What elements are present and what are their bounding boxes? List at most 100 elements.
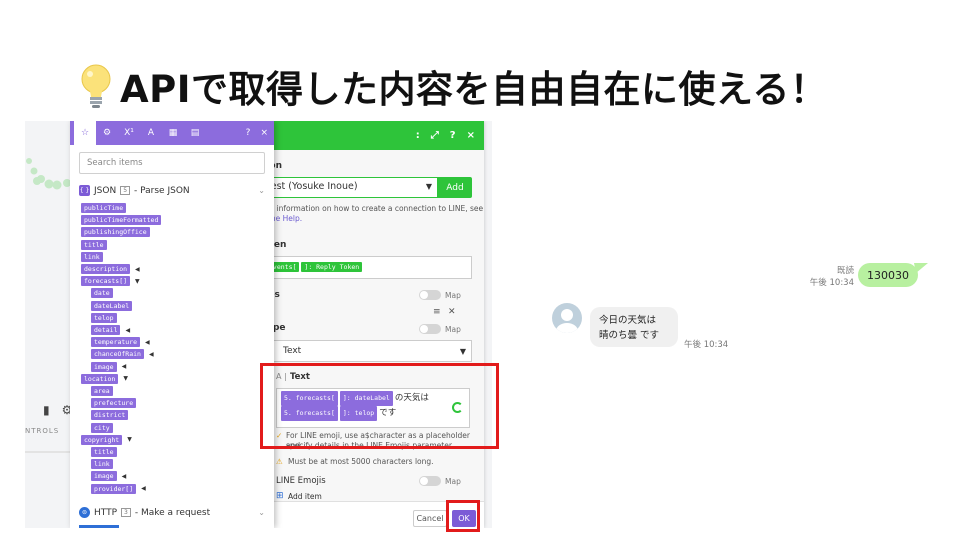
- mapping-item[interactable]: publishingOffice: [81, 227, 152, 238]
- bubble-tail: [914, 263, 928, 273]
- reply-token-field[interactable]: events[]: Reply Token: [262, 256, 472, 279]
- messages-map-toggle[interactable]: [419, 290, 441, 300]
- emojis-map-toggle[interactable]: [419, 476, 441, 486]
- mapping-item-label: publishingOffice: [81, 227, 150, 238]
- mapping-item[interactable]: city: [91, 422, 115, 433]
- mapping-item[interactable]: copyright ▼: [81, 434, 132, 445]
- remove-icon[interactable]: ✕: [448, 307, 456, 317]
- chevron-down-icon: ▼: [459, 347, 466, 356]
- star-icon[interactable]: ☆: [74, 121, 96, 145]
- mapping-item[interactable]: title: [81, 239, 109, 250]
- token-pill[interactable]: ]: Reply Token: [301, 262, 363, 272]
- mapping-item-label: chanceOfRain: [91, 349, 144, 360]
- controls-label: NTROLS: [25, 427, 60, 435]
- headline: APIで取得した内容を自由自在に使える！: [78, 58, 827, 114]
- bars-icon[interactable]: ▮: [43, 403, 50, 417]
- map-label: Map: [445, 325, 461, 334]
- mapping-item[interactable]: temperature ◀: [91, 337, 150, 348]
- http-icon: ⊜: [79, 507, 90, 518]
- mapping-item-label: description: [81, 264, 131, 274]
- mapping-item-label: temperature: [91, 337, 141, 348]
- type-select[interactable]: Text ▼: [262, 340, 472, 362]
- line-module-panel: : ⤢ ? × tion test (Yosuke Inoue) ▼ Add o…: [262, 121, 484, 528]
- mapping-item[interactable]: publicTimeFormatted: [81, 215, 163, 226]
- connection-select[interactable]: test (Yosuke Inoue) ▼: [262, 177, 438, 198]
- collapse-arrow-icon[interactable]: ◀: [122, 473, 127, 480]
- http-module-row[interactable]: ⊜ HTTP 3 - Make a request ⌄: [79, 507, 265, 518]
- http-item-preview: [79, 525, 119, 528]
- collapse-arrow-icon[interactable]: ◀: [122, 363, 127, 370]
- mapping-item[interactable]: location ▼: [81, 373, 128, 384]
- collapse-arrow-icon[interactable]: ◀: [145, 339, 150, 346]
- mapping-item[interactable]: description ◀: [81, 264, 140, 274]
- help-icon[interactable]: ?: [246, 128, 251, 138]
- mapping-item[interactable]: image ◀: [91, 361, 127, 372]
- emojis-label: LINE Emojis: [276, 476, 326, 486]
- module-number: 3: [121, 508, 131, 517]
- mapping-item[interactable]: title: [91, 447, 119, 457]
- json-module-row[interactable]: { } JSON 5 - Parse JSON ⌄: [79, 185, 265, 196]
- close-icon[interactable]: ×: [260, 128, 268, 138]
- search-input[interactable]: Search items: [79, 152, 265, 174]
- mapping-item[interactable]: publicTime: [81, 203, 128, 213]
- mapping-item[interactable]: forecasts[] ▼: [81, 276, 140, 287]
- mapping-item-label: link: [81, 251, 103, 262]
- expand-arrow-icon[interactable]: ▼: [135, 278, 140, 285]
- collapse-arrow-icon[interactable]: ◀: [135, 266, 140, 273]
- more-icon[interactable]: :: [416, 130, 420, 141]
- type-value: Text: [283, 346, 302, 356]
- chevron-down-icon: ⌄: [258, 508, 265, 517]
- reorder-icon[interactable]: ≡: [433, 307, 441, 317]
- add-icon[interactable]: ⊞: [276, 491, 284, 501]
- mapping-item[interactable]: link: [91, 459, 115, 470]
- expand-arrow-icon[interactable]: ▼: [127, 436, 132, 443]
- table-icon[interactable]: ▤: [184, 121, 206, 145]
- mapping-item[interactable]: provider[] ◀: [91, 483, 146, 494]
- mapping-item[interactable]: dateLabel: [91, 300, 134, 311]
- expand-icon[interactable]: ⤢: [431, 130, 439, 141]
- panel-header: : ⤢ ? ×: [262, 121, 484, 150]
- headline-text: APIで取得した内容を自由自在に使える！: [120, 68, 828, 111]
- mapping-item-label: date: [91, 288, 113, 299]
- map-label: Map: [445, 291, 461, 300]
- calendar-icon[interactable]: ▦: [162, 121, 184, 145]
- expand-arrow-icon[interactable]: ▼: [123, 375, 128, 382]
- mapping-item[interactable]: area: [91, 386, 115, 396]
- ok-highlight-box: [446, 500, 480, 532]
- mapping-item-label: copyright: [81, 434, 123, 445]
- mapping-item[interactable]: date: [91, 288, 115, 299]
- mapping-item-label: area: [91, 386, 113, 396]
- mapping-item-label: dateLabel: [91, 300, 133, 311]
- sent-time: 午後 10:34: [809, 278, 854, 288]
- make-screenshot: ▮ ⚙ NTROLS : ⤢ ? × tion test (Yosuke Ino…: [25, 121, 492, 528]
- read-label: 既読: [836, 266, 854, 276]
- collapse-arrow-icon[interactable]: ◀: [125, 327, 130, 334]
- mapping-item[interactable]: chanceOfRain ◀: [91, 349, 154, 360]
- cancel-button[interactable]: Cancel: [413, 510, 447, 527]
- mapping-item-label: provider[]: [91, 483, 137, 494]
- text-icon[interactable]: A: [140, 121, 162, 145]
- help-icon[interactable]: ?: [450, 130, 456, 141]
- gear-icon[interactable]: ⚙: [96, 121, 118, 145]
- mapping-item[interactable]: detail ◀: [91, 325, 130, 335]
- mapping-item-label: title: [91, 447, 117, 457]
- mapping-item-label: district: [91, 410, 129, 421]
- mapping-panel: ☆ ⚙ X¹ A ▦ ▤ ? × Search items { } JSON 5…: [70, 121, 274, 528]
- collapse-arrow-icon[interactable]: ◀: [149, 351, 154, 358]
- module-name: JSON: [94, 185, 117, 196]
- collapse-arrow-icon[interactable]: ◀: [141, 485, 146, 492]
- mapping-item-label: link: [91, 459, 113, 470]
- map-label: Map: [445, 477, 461, 486]
- avatar: [552, 303, 582, 333]
- add-connection-button[interactable]: Add: [438, 177, 472, 198]
- mapping-item[interactable]: image ◀: [91, 471, 127, 482]
- mapping-item-label: prefecture: [91, 398, 137, 409]
- mapping-item[interactable]: telop: [91, 312, 119, 323]
- mapping-item[interactable]: prefecture: [91, 398, 138, 409]
- superscript-icon[interactable]: X¹: [118, 121, 140, 145]
- mapping-item[interactable]: district: [91, 410, 130, 421]
- module-action: - Make a request: [134, 507, 211, 518]
- type-map-toggle[interactable]: [419, 324, 441, 334]
- close-icon[interactable]: ×: [467, 130, 475, 141]
- mapping-item[interactable]: link: [81, 251, 105, 262]
